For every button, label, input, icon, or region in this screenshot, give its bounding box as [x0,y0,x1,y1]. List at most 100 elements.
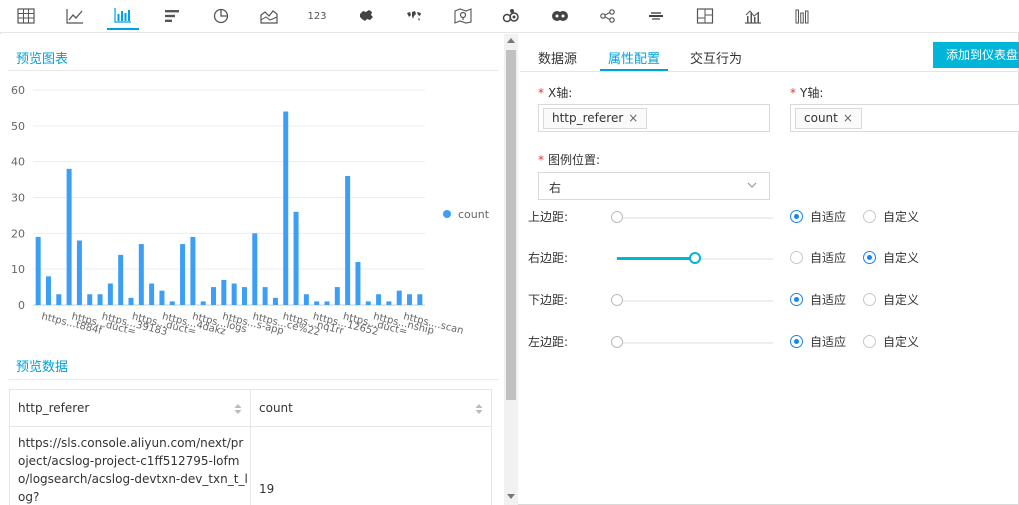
layout-icon[interactable] [689,2,721,30]
margin-label: 下边距: [528,293,569,307]
bar [324,301,330,305]
bar [76,240,82,305]
scrollbar-thumb[interactable] [506,50,516,400]
margin-slider-handle[interactable] [611,211,623,223]
title-divider [8,70,498,71]
preview-table: http_referer count https://sls.console.a… [9,389,492,505]
radio-custom-label: 自定义 [883,210,920,224]
y-tick-label: 40 [11,156,25,169]
x-axis-select[interactable]: http_referer × [538,104,770,132]
y-tick-label: 20 [11,227,25,240]
radio-custom[interactable] [863,251,876,264]
pie-chart-icon[interactable] [205,2,237,30]
margin-slider-handle[interactable] [689,252,701,264]
y-axis-tag: count × [795,108,862,129]
bar [211,287,217,305]
bar [355,262,361,305]
margin-slider-fill [617,257,695,260]
y-tick-label: 30 [11,192,25,205]
bar [376,294,382,305]
bar [149,283,155,305]
bar [118,254,124,305]
legend-label: count [458,208,490,221]
chevron-down-icon [747,182,757,188]
table-cell-referer: https://sls.console.aliyun.com/next/proj… [18,436,248,504]
radio-custom[interactable] [863,210,876,223]
radio-custom[interactable] [863,335,876,348]
bar-chart: 0102030405060https...t884fhttps...duct=h… [11,84,490,339]
radio-auto-label: 自适应 [810,335,847,349]
radio-auto-label: 自适应 [810,210,847,224]
tab-interaction[interactable]: 交互行为 [690,48,742,67]
bar [231,283,237,305]
sort-icon[interactable] [475,403,483,415]
radio-custom-label: 自定义 [883,293,920,307]
bar [345,176,351,305]
legend-position-value: 右 [549,181,562,195]
legend-position-label: * 图例位置: [538,151,600,168]
radio-custom-label: 自定义 [883,335,920,349]
bar [241,287,247,305]
column-header-count[interactable]: count [251,390,491,427]
world-map-icon[interactable] [398,2,430,30]
word-cloud-icon[interactable] [640,2,672,30]
required-mark: * [790,86,796,100]
bar [303,294,309,305]
bar [283,111,289,305]
area-chart-icon[interactable] [253,2,285,30]
active-tab-indicator [600,69,668,71]
table-icon[interactable] [10,2,42,30]
map-pin-icon[interactable] [447,2,479,30]
radio-auto[interactable] [790,210,803,223]
x-axis-label-text: X轴: [548,86,573,100]
column-icon[interactable] [786,2,818,30]
horizontal-bar-icon[interactable] [156,2,188,30]
bar-chart-icon[interactable] [107,2,139,30]
radar-icon[interactable] [737,2,769,30]
radio-custom-label: 自定义 [883,251,920,265]
margin-slider-track[interactable] [617,217,773,219]
radio-auto[interactable] [790,293,803,306]
margin-slider-track[interactable] [617,300,773,302]
close-icon[interactable]: × [843,111,853,125]
number-icon[interactable]: 123 [301,2,333,30]
tree-icon[interactable] [592,2,624,30]
margin-slider-handle[interactable] [611,294,623,306]
margin-slider-track[interactable] [617,342,773,344]
margin-label: 右边距: [528,251,569,265]
tab-datasource[interactable]: 数据源 [538,48,577,67]
y-tick-label: 50 [11,120,25,133]
table-cell-count: 19 [259,482,275,496]
preview-panel: 预览图表 0 10 20 30 40 50 60 https...t884f https...d… [0,34,505,505]
sort-icon[interactable] [234,403,242,415]
scroll-down-icon[interactable] [507,494,515,499]
chart-type-toolbar: 123 [0,0,1019,33]
radio-auto-label: 自适应 [810,293,847,307]
scroll-up-icon[interactable] [507,38,515,43]
tab-properties[interactable]: 属性配置 [608,48,660,67]
bar [169,301,175,305]
china-map-icon[interactable] [350,2,382,30]
flow-icon[interactable] [495,2,527,30]
bar [396,290,402,305]
preview-data-title: 预览数据 [16,360,69,375]
preview-chart-title: 预览图表 [16,52,69,67]
bar [138,244,144,305]
heatmap-icon[interactable] [544,2,576,30]
line-chart-icon[interactable] [59,2,91,30]
config-panel: 数据源 属性配置 交互行为 添加到仪表盘 * X轴: http_referer × … [520,34,1019,505]
radio-auto[interactable] [790,251,803,264]
radio-custom[interactable] [863,293,876,306]
column-separator [250,390,251,505]
radio-auto[interactable] [790,335,803,348]
required-mark: * [538,153,544,167]
bar [45,276,51,305]
legend-position-select[interactable]: 右 [538,172,770,200]
y-axis-select[interactable]: count × [790,104,1019,132]
close-icon[interactable]: × [628,111,638,125]
margin-label: 左边距: [528,335,569,349]
radio-auto-label: 自适应 [810,251,847,265]
margin-slider-handle[interactable] [611,336,623,348]
column-header-referer[interactable]: http_referer [10,390,250,427]
add-to-dashboard-button[interactable]: 添加到仪表盘 [933,42,1019,68]
